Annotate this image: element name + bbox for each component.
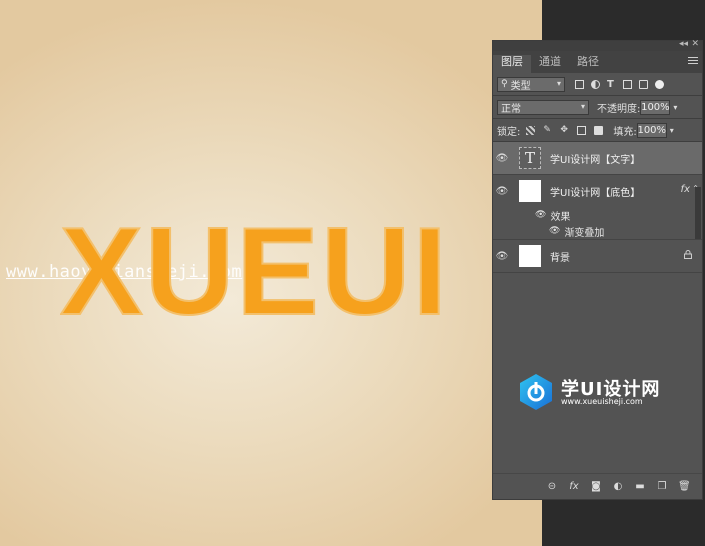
shape-filter-icon[interactable] <box>623 79 632 89</box>
logo-url: www.xueuisheji.com <box>561 397 643 406</box>
lock-position-icon[interactable]: ✥ <box>560 125 569 135</box>
fill-dropdown-icon[interactable]: ▾ <box>667 123 677 138</box>
effect-gradient-overlay[interactable]: 👁 渐变叠加 <box>493 223 702 240</box>
site-logo: 学UI设计网 www.xueuisheji.com <box>517 373 667 413</box>
panel-menu-icon[interactable] <box>688 57 698 66</box>
eye-icon[interactable]: 👁 <box>493 186 511 197</box>
adjustment-icon[interactable]: ◐ <box>612 481 624 492</box>
layer-thumbnail <box>519 180 541 202</box>
eye-icon[interactable]: 👁 <box>549 226 560 236</box>
lock-label: 锁定: <box>497 126 521 138</box>
blend-row: 正常 ▾ 不透明度: 100% ▾ <box>493 96 702 118</box>
layer-thumbnail <box>519 245 541 267</box>
fill-label: 填充: <box>613 126 637 138</box>
tab-channels[interactable]: 通道 <box>531 55 569 73</box>
search-icon: ⚲ <box>501 79 508 89</box>
tab-paths[interactable]: 路径 <box>569 55 607 73</box>
effect-name: 渐变叠加 <box>564 227 605 239</box>
xueui-text-art: XUEUI <box>60 212 449 332</box>
type-filter-icon[interactable]: T <box>607 79 616 89</box>
collapse-icon[interactable]: ◂◂ <box>679 39 688 49</box>
smart-object-filter-icon[interactable] <box>639 79 648 89</box>
close-icon[interactable]: ✕ <box>691 39 699 49</box>
fx-icon[interactable]: fx <box>568 481 580 492</box>
fill-input[interactable]: 100% <box>636 122 667 138</box>
effects-row[interactable]: 👁 效果 <box>493 207 702 223</box>
layer-text[interactable]: 👁 T 学UI设计网【文字】 <box>493 142 702 175</box>
blend-mode-select[interactable]: 正常 ▾ <box>497 99 589 115</box>
filter-row: ⚲ 类型 ▾ T <box>493 73 702 95</box>
layers-list: 👁 T 学UI设计网【文字】 👁 学UI设计网【底色】 fx ⌃ 👁 效果 👁 … <box>493 142 702 273</box>
new-layer-icon[interactable]: ❐ <box>656 481 668 492</box>
lock-transparent-icon[interactable] <box>526 125 536 135</box>
panel-footer: ⊝ fx ◙ ◐ ▬ ❐ 🗑 <box>493 473 702 499</box>
mask-icon[interactable]: ◙ <box>590 481 602 492</box>
eye-icon[interactable]: 👁 <box>535 210 546 220</box>
eye-icon[interactable]: 👁 <box>493 153 511 164</box>
scrollbar[interactable] <box>695 187 701 239</box>
filter-toggle-icon[interactable] <box>655 79 664 89</box>
folder-icon[interactable]: ▬ <box>634 481 646 492</box>
effects-label: 效果 <box>550 211 571 223</box>
lock-pixels-icon[interactable]: ✎ <box>543 125 552 135</box>
document-canvas[interactable]: www.haoyidiansheji.com XUEUI <box>0 0 542 546</box>
layer-name: 背景 <box>550 252 570 264</box>
logo-hexagon-icon <box>520 374 552 410</box>
image-filter-icon[interactable] <box>575 79 584 89</box>
eye-icon[interactable]: 👁 <box>493 251 511 262</box>
lock-all-icon[interactable] <box>594 125 604 135</box>
layer-base-color[interactable]: 👁 学UI设计网【底色】 fx ⌃ <box>493 175 702 207</box>
lock-row: 锁定: ✎ ✥ 填充: 100% ▾ <box>493 119 702 141</box>
layer-name: 学UI设计网【底色】 <box>550 187 641 199</box>
filter-type-select[interactable]: ⚲ 类型 ▾ <box>497 76 565 92</box>
trash-icon[interactable]: 🗑 <box>678 481 691 492</box>
chevron-down-icon: ▾ <box>580 101 585 111</box>
layer-background[interactable]: 👁 背景 <box>493 240 702 273</box>
fx-badge[interactable]: fx <box>681 184 690 195</box>
panel-tabs: 图层 通道 路径 <box>493 51 702 73</box>
xueui-big-text: XUEUI <box>60 212 449 332</box>
layer-name: 学UI设计网【文字】 <box>550 154 641 166</box>
layers-panel: ◂◂ ✕ 图层 通道 路径 ⚲ 类型 ▾ T 正常 ▾ 不透明度: 100% ▾ <box>492 39 703 500</box>
text-layer-thumbnail: T <box>519 147 541 169</box>
opacity-dropdown-icon[interactable]: ▾ <box>670 100 680 115</box>
link-icon[interactable]: ⊝ <box>546 481 558 492</box>
opacity-input[interactable]: 100% <box>640 99 671 115</box>
opacity-label: 不透明度: <box>597 103 641 115</box>
lock-icon <box>684 250 692 259</box>
lock-artboard-icon[interactable] <box>577 125 587 135</box>
adjustment-filter-icon[interactable] <box>591 79 600 89</box>
chevron-down-icon: ▾ <box>556 78 561 88</box>
panel-titlebar: ◂◂ ✕ <box>493 39 702 51</box>
tab-layers[interactable]: 图层 <box>493 55 531 73</box>
